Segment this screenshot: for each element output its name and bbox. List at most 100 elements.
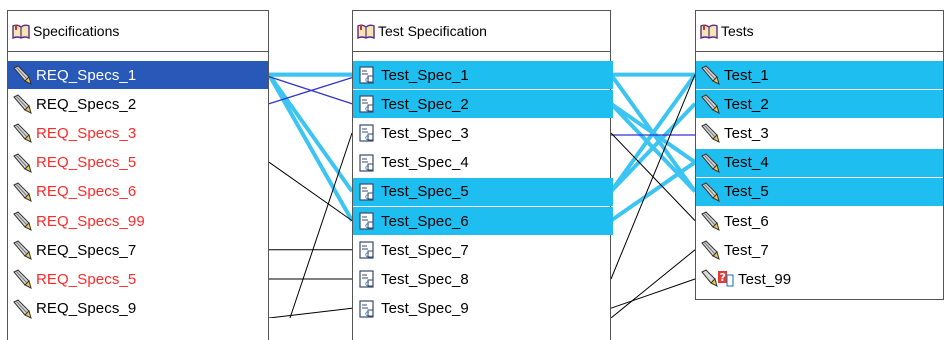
- item-label: REQ_Specs_7: [36, 241, 137, 259]
- tests-panel-header: Tests: [696, 11, 943, 52]
- document-icon: c: [357, 182, 377, 202]
- trace-link-highlighted: [267, 73, 354, 222]
- trace-link-highlighted: [609, 102, 697, 164]
- item-label: Test_Spec_5: [381, 183, 469, 201]
- pencil-icon: [700, 240, 720, 261]
- book-icon: [357, 24, 375, 39]
- pencil-icon: [12, 123, 32, 144]
- trace-link: [610, 132, 696, 221]
- trace-link-selected: [268, 76, 353, 105]
- list-item[interactable]: c Test_Spec_2: [353, 90, 613, 119]
- list-item[interactable]: c Test_Spec_6: [353, 207, 613, 235]
- document-icon: c: [357, 94, 377, 114]
- pencil-icon: [12, 269, 32, 290]
- pencil-icon: [12, 211, 32, 231]
- list-item[interactable]: c Test_Spec_9: [353, 295, 610, 323]
- list-item[interactable]: c Test_Spec_4: [353, 149, 610, 177]
- trace-link-highlighted: [609, 73, 697, 193]
- trace-link-highlighted: [609, 102, 697, 193]
- pencil-icon: [12, 94, 32, 115]
- document-icon: c: [357, 269, 377, 289]
- item-label: Test_99: [738, 270, 792, 288]
- book-icon: [12, 24, 30, 39]
- document-icon: c: [357, 240, 377, 260]
- list-item[interactable]: c Test_Spec_8: [353, 265, 610, 293]
- specifications-panel: Specifications REQ_Specs_1 REQ_Specs_2 REQ…: [7, 10, 269, 340]
- pencil-icon: [12, 182, 32, 202]
- item-label: Test_6: [724, 212, 769, 230]
- list-item[interactable]: REQ_Specs_9: [8, 295, 268, 323]
- list-item[interactable]: REQ_Specs_5: [8, 265, 268, 293]
- trace-link: [610, 74, 696, 280]
- item-label: REQ_Specs_2: [36, 95, 137, 113]
- document-icon: c: [357, 299, 377, 319]
- item-label: Test_Spec_6: [381, 212, 469, 230]
- item-label: REQ_Specs_99: [36, 212, 145, 230]
- list-item[interactable]: REQ_Specs_7: [8, 236, 268, 264]
- test-specification-panel: Test Specification c Test_Spec_1 c Test_Spe…: [352, 10, 613, 340]
- trace-link: [289, 132, 353, 318]
- missing-link-icon: ?: [700, 269, 734, 289]
- pencil-icon: [12, 65, 32, 85]
- pencil-icon: [12, 152, 32, 173]
- item-label: REQ_Specs_5: [36, 154, 137, 172]
- item-label: Test_Spec_3: [381, 124, 469, 142]
- document-icon: c: [357, 153, 377, 173]
- trace-link: [610, 249, 696, 318]
- list-item[interactable]: c Test_Spec_3: [353, 119, 610, 147]
- book-icon: [700, 24, 718, 39]
- document-icon: c: [357, 211, 377, 231]
- item-label: REQ_Specs_5: [36, 270, 137, 288]
- list-item[interactable]: Test_4: [696, 148, 943, 177]
- tests-panel: Tests Test_1 Test_2 Test_3 Test_4 Test_5 Test…: [695, 10, 944, 300]
- list-item[interactable]: Test_6: [696, 207, 943, 235]
- trace-link: [268, 307, 353, 318]
- list-item[interactable]: REQ_Specs_99: [8, 207, 268, 235]
- panel-title: Test Specification: [378, 23, 487, 39]
- svg-text:?: ?: [720, 271, 726, 284]
- item-label: Test_Spec_2: [381, 95, 469, 113]
- list-item[interactable]: REQ_Specs_5: [8, 149, 268, 177]
- list-item[interactable]: REQ_Specs_1: [8, 61, 268, 89]
- trace-link-highlighted: [609, 160, 697, 223]
- pencil-icon: [700, 182, 720, 202]
- list-item[interactable]: ? Test_99: [696, 265, 943, 293]
- list-item[interactable]: REQ_Specs_6: [8, 178, 268, 206]
- list-item[interactable]: REQ_Specs_3: [8, 119, 268, 147]
- item-label: Test_3: [724, 124, 769, 142]
- trace-link-highlighted: [267, 73, 354, 193]
- list-item[interactable]: Test_5: [696, 177, 943, 206]
- pencil-icon: [700, 211, 720, 231]
- item-label: REQ_Specs_1: [36, 66, 137, 84]
- list-item[interactable]: Test_1: [696, 61, 943, 89]
- pencil-icon: [700, 123, 720, 144]
- list-item[interactable]: c Test_Spec_1: [353, 61, 613, 89]
- item-label: Test_2: [724, 95, 769, 113]
- list-item[interactable]: Test_3: [696, 119, 943, 147]
- item-label: REQ_Specs_6: [36, 183, 137, 201]
- trace-link-selected: [268, 75, 353, 105]
- item-label: REQ_Specs_9: [36, 300, 137, 318]
- list-item[interactable]: Test_7: [696, 236, 943, 264]
- item-label: Test_Spec_1: [381, 66, 469, 84]
- document-icon: c: [357, 65, 377, 85]
- pencil-icon: [12, 240, 32, 261]
- list-item[interactable]: REQ_Specs_2: [8, 90, 268, 118]
- item-label: Test_Spec_8: [381, 270, 469, 288]
- list-item[interactable]: c Test_Spec_5: [353, 177, 613, 206]
- panel-title: Tests: [721, 23, 754, 39]
- list-item[interactable]: c Test_Spec_7: [353, 236, 610, 264]
- panel-title: Specifications: [33, 23, 120, 39]
- trace-link: [610, 278, 696, 309]
- pencil-icon: [700, 65, 720, 85]
- item-label: Test_Spec_4: [381, 154, 469, 172]
- document-icon: c: [357, 123, 377, 143]
- item-label: Test_4: [724, 154, 769, 172]
- item-label: REQ_Specs_3: [36, 124, 137, 142]
- pencil-icon: [700, 94, 720, 115]
- item-label: Test_Spec_7: [381, 241, 469, 259]
- test-specification-panel-header: Test Specification: [353, 11, 610, 52]
- trace-link-highlighted: [609, 102, 697, 193]
- list-item[interactable]: Test_2: [696, 90, 943, 119]
- trace-link: [268, 161, 353, 222]
